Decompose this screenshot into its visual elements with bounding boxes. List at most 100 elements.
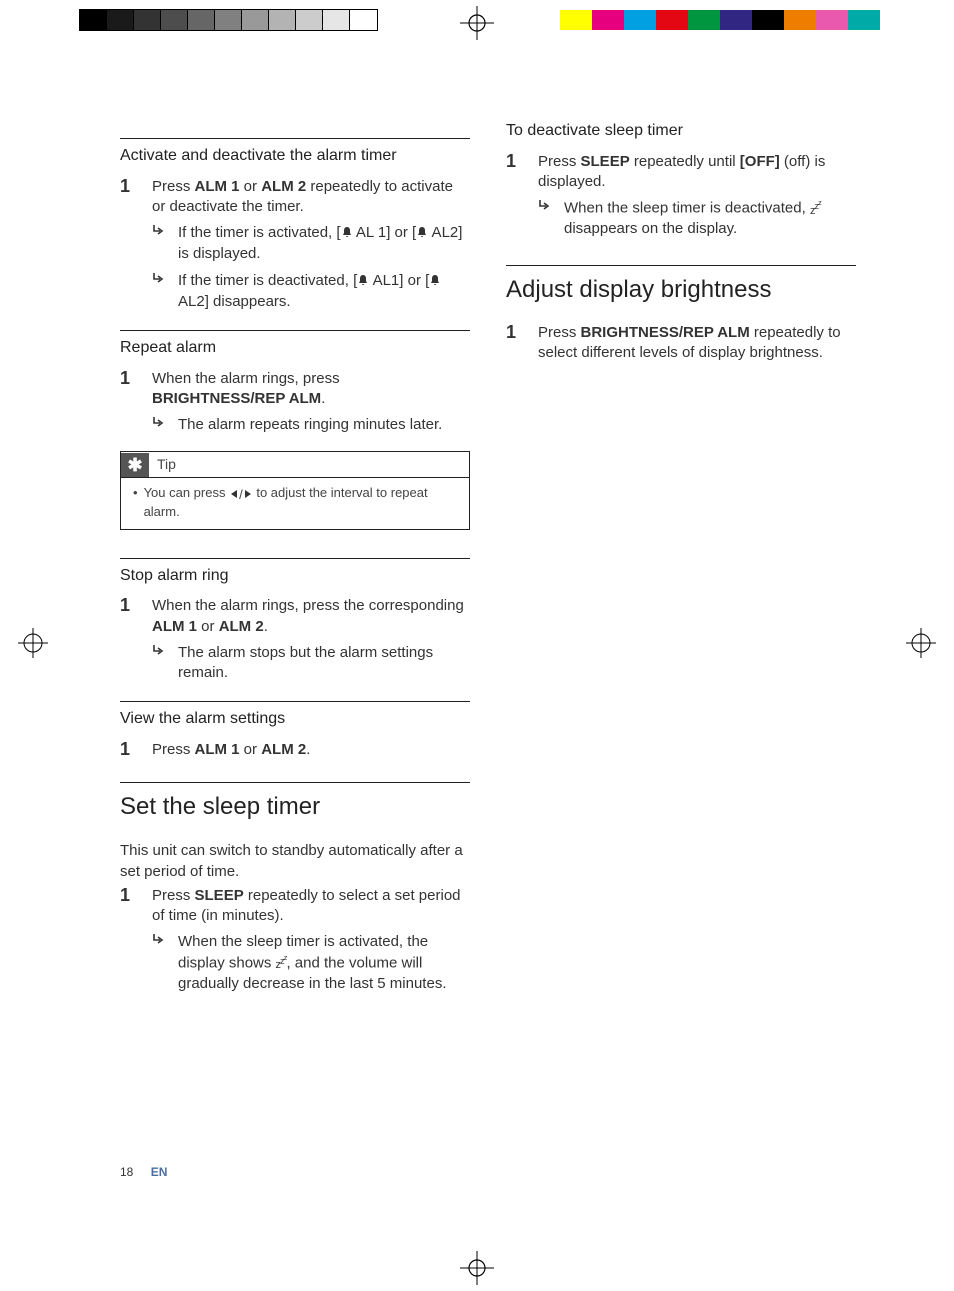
page-number: 18 xyxy=(120,1165,133,1179)
step-body: Press BRIGHTNESS/REP ALM repeatedly to s… xyxy=(538,323,856,364)
bell-icon xyxy=(341,224,353,244)
text: AL1] or [ xyxy=(369,272,429,289)
bell-icon xyxy=(416,224,428,244)
bold-text: SLEEP xyxy=(581,153,630,170)
text: or xyxy=(240,178,262,195)
text: You can press xyxy=(144,485,230,500)
step-body: When the alarm rings, press the correspo… xyxy=(152,596,470,683)
tip-box: ✱ Tip • You can press / to adjust the in… xyxy=(120,451,470,529)
result: The alarm repeats ringing minutes later. xyxy=(152,415,470,435)
step: 1 Press SLEEP repeatedly until [OFF] (of… xyxy=(506,152,856,240)
zz-icon: zzz xyxy=(276,959,287,971)
step-body: Press SLEEP repeatedly until [OFF] (off)… xyxy=(538,152,856,240)
page-content: Activate and deactivate the alarm timer … xyxy=(120,120,860,1180)
right-column: To deactivate sleep timer 1 Press SLEEP … xyxy=(506,120,856,1180)
step-number: 1 xyxy=(506,152,526,240)
section-heading: Stop alarm ring xyxy=(120,559,470,593)
bell-icon xyxy=(429,272,441,292)
step-body: When the alarm rings, press BRIGHTNESS/R… xyxy=(152,369,470,436)
tip-text: You can press / to adjust the interval t… xyxy=(144,484,459,520)
language-code: EN xyxy=(151,1165,168,1179)
prev-next-icon: / xyxy=(229,486,253,504)
bold-text: BRIGHTNESS/REP ALM xyxy=(581,324,750,341)
step-number: 1 xyxy=(120,740,140,760)
page-footer: 18 EN xyxy=(120,1164,167,1180)
color-bars xyxy=(560,10,880,30)
result-arrow-icon xyxy=(152,271,168,313)
result: The alarm stops but the alarm settings r… xyxy=(152,643,470,684)
step-number: 1 xyxy=(120,369,140,436)
bullet: • xyxy=(133,484,138,520)
result-arrow-icon xyxy=(152,415,168,435)
result-text: When the sleep timer is deactivated, zzz… xyxy=(564,198,856,239)
step-number: 1 xyxy=(506,323,526,364)
result-arrow-icon xyxy=(538,198,554,239)
section-heading: View the alarm settings xyxy=(120,702,470,736)
text: . xyxy=(306,741,310,758)
text: or xyxy=(197,618,219,635)
section-heading: Repeat alarm xyxy=(120,331,470,365)
step-number: 1 xyxy=(120,886,140,994)
text: Press xyxy=(538,153,581,170)
crop-mark-left xyxy=(18,628,48,658)
tip-title: Tip xyxy=(157,452,176,477)
result: When the sleep timer is deactivated, zzz… xyxy=(538,198,856,239)
zz-icon: zzz xyxy=(810,205,821,217)
section-heading: Activate and deactivate the alarm timer xyxy=(120,139,470,173)
text: Press xyxy=(152,178,195,195)
bold-text: [OFF] xyxy=(740,153,780,170)
bold-text: ALM 2 xyxy=(219,618,264,635)
main-heading: Adjust display brightness xyxy=(506,266,856,318)
bold-text: ALM 1 xyxy=(195,741,240,758)
step: 1 Press BRIGHTNESS/REP ALM repeatedly to… xyxy=(506,323,856,364)
result-arrow-icon xyxy=(152,643,168,684)
main-heading: Set the sleep timer xyxy=(120,783,470,835)
step: 1 Press ALM 1 or ALM 2. xyxy=(120,740,470,760)
bold-text: ALM 1 xyxy=(152,618,197,635)
result-text: When the sleep timer is activated, the d… xyxy=(178,932,470,993)
text: If the timer is activated, [ xyxy=(178,224,341,241)
registration-mark-icon xyxy=(460,1251,494,1285)
text: When the alarm rings, press xyxy=(152,370,340,387)
text: Press xyxy=(152,741,195,758)
result-arrow-icon xyxy=(152,932,168,993)
bold-text: ALM 2 xyxy=(261,178,306,195)
print-marks-top xyxy=(0,0,954,40)
step-body: Press ALM 1 or ALM 2 repeatedly to activ… xyxy=(152,177,470,313)
text: disappears on the display. xyxy=(564,220,737,237)
result-text: The alarm repeats ringing minutes later. xyxy=(178,415,470,435)
bold-text: ALM 1 xyxy=(195,178,240,195)
section-heading: To deactivate sleep timer xyxy=(506,120,856,148)
text: . xyxy=(264,618,268,635)
text: AL2] disappears. xyxy=(178,293,291,310)
left-column: Activate and deactivate the alarm timer … xyxy=(120,120,470,1180)
bold-text: SLEEP xyxy=(195,887,244,904)
step: 1 Press ALM 1 or ALM 2 repeatedly to act… xyxy=(120,177,470,313)
result-text: If the timer is activated, [ AL 1] or [ … xyxy=(178,223,470,265)
grayscale-bars xyxy=(80,10,377,30)
result-text: If the timer is deactivated, [ AL1] or [… xyxy=(178,271,470,313)
text: or xyxy=(240,741,262,758)
print-marks-bottom xyxy=(0,1251,954,1291)
text: AL 1] or [ xyxy=(353,224,417,241)
text: If the timer is deactivated, [ xyxy=(178,272,357,289)
bold-text: ALM 2 xyxy=(261,741,306,758)
text: Press xyxy=(152,887,195,904)
result: If the timer is activated, [ AL 1] or [ … xyxy=(152,223,470,265)
crop-mark-right xyxy=(906,628,936,658)
asterisk-icon: ✱ xyxy=(121,453,149,477)
step-number: 1 xyxy=(120,177,140,313)
text: repeatedly until xyxy=(630,153,740,170)
step: 1 When the alarm rings, press the corres… xyxy=(120,596,470,683)
bell-icon xyxy=(357,272,369,292)
intro-text: This unit can switch to standby automati… xyxy=(120,841,470,882)
text: When the sleep timer is deactivated, xyxy=(564,200,810,217)
text: . xyxy=(321,390,325,407)
step: 1 When the alarm rings, press BRIGHTNESS… xyxy=(120,369,470,436)
bold-text: BRIGHTNESS/REP ALM xyxy=(152,390,321,407)
step-number: 1 xyxy=(120,596,140,683)
result-text: The alarm stops but the alarm settings r… xyxy=(178,643,470,684)
text: When the alarm rings, press the correspo… xyxy=(152,597,464,614)
step: 1 Press SLEEP repeatedly to select a set… xyxy=(120,886,470,994)
registration-mark-icon xyxy=(460,6,494,40)
